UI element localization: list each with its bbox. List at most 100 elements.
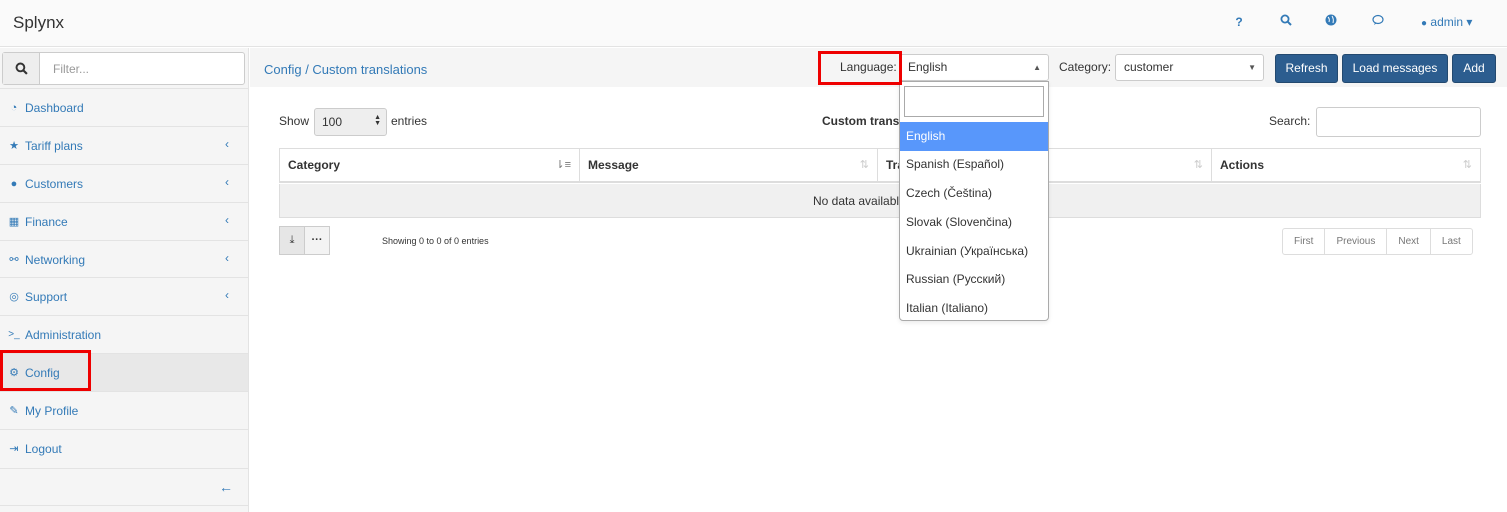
sidebar-item-config[interactable]: ⚙ Config xyxy=(0,353,248,391)
column-header-message[interactable]: Message ⇅ xyxy=(580,149,878,182)
page-length-value: 100 xyxy=(322,115,343,129)
brand-logo[interactable]: Splynx xyxy=(13,13,64,33)
category-select-value: customer xyxy=(1124,60,1174,74)
filter-input[interactable] xyxy=(41,53,244,84)
sidebar-item-label: Administration xyxy=(25,328,102,342)
category-select[interactable]: customer ▼ xyxy=(1115,54,1264,81)
sidebar-item-networking[interactable]: ⚯ Networking ‹ xyxy=(0,240,248,278)
user-icon: ● xyxy=(1421,18,1428,29)
dropdown-option[interactable]: Slovak (Slovenčina) xyxy=(900,208,1048,237)
sidebar-filter xyxy=(2,52,245,85)
user-name: admin ▾ xyxy=(1430,15,1473,29)
pagination: First Previous Next Last xyxy=(1282,228,1473,255)
terminal-icon: >_ xyxy=(8,329,20,340)
chevron-left-icon: ‹ xyxy=(225,288,229,302)
pager-last[interactable]: Last xyxy=(1431,229,1472,254)
user-menu[interactable]: ● admin ▾ xyxy=(1421,13,1472,33)
sidebar-item-support[interactable]: ◎ Support ‹ xyxy=(0,277,248,315)
sidebar-item-my-profile[interactable]: ✎ My Profile xyxy=(0,391,248,429)
sidebar-item-label: Networking xyxy=(25,253,86,267)
pager-previous[interactable]: Previous xyxy=(1325,229,1388,254)
dropdown-option[interactable]: English xyxy=(900,122,1048,151)
column-label: Message xyxy=(588,158,639,172)
sort-asc-icon: ⇂≡ xyxy=(555,159,571,171)
entries-label: entries xyxy=(391,114,428,128)
empty-message: No data availabl xyxy=(813,194,900,208)
sidebar-item-label: Customers xyxy=(25,177,84,191)
language-select-value: English xyxy=(908,60,948,74)
sidebar-item-administration[interactable]: >_ Administration xyxy=(0,315,248,353)
dropdown-option[interactable]: Italian (Italiano) xyxy=(900,294,1048,323)
search-icon xyxy=(15,62,28,75)
load-messages-button[interactable]: Load messages xyxy=(1342,54,1448,83)
dashboard-icon: ◔ xyxy=(10,102,18,114)
dropdown-option[interactable]: Czech (Čeština) xyxy=(900,179,1048,208)
star-icon: ★ xyxy=(9,140,19,152)
sidebar-item-finance[interactable]: ▦ Finance ‹ xyxy=(0,202,248,240)
sidebar-item-tariff-plans[interactable]: ★ Tariff plans ‹ xyxy=(0,126,248,164)
user-icon: ● xyxy=(10,178,18,190)
search-label: Search: xyxy=(1269,114,1311,128)
sort-icon: ⇅ xyxy=(1193,159,1203,171)
sidebar-item-label: Logout xyxy=(25,442,62,456)
sidebar-collapse[interactable]: ← xyxy=(0,468,248,506)
category-label: Category: xyxy=(1059,60,1112,74)
arrow-left-icon: ← xyxy=(219,479,233,495)
sidebar-item-customers[interactable]: ● Customers ‹ xyxy=(0,164,248,202)
sort-icon: ⇅ xyxy=(859,159,869,171)
pager-next[interactable]: Next xyxy=(1387,229,1431,254)
export-icon: ⤓ xyxy=(289,234,295,246)
refresh-button[interactable]: Refresh xyxy=(1275,54,1338,83)
sort-icon: ⇅ xyxy=(1462,159,1472,171)
column-header-category[interactable]: Category ⇂≡ xyxy=(280,149,580,182)
more-button[interactable]: ··· xyxy=(304,226,330,255)
table-info: Showing 0 to 0 of 0 entries xyxy=(382,236,489,246)
sidebar-item-label: Dashboard xyxy=(25,101,84,115)
lifebuoy-icon: ◎ xyxy=(9,291,19,303)
calculator-icon: ▦ xyxy=(8,216,20,228)
globe-icon[interactable] xyxy=(1322,13,1340,31)
language-select[interactable]: English ▲ xyxy=(899,54,1049,81)
caret-up-icon: ▲ xyxy=(1033,63,1041,72)
help-icon[interactable]: ? xyxy=(1230,13,1248,31)
show-label: Show xyxy=(279,114,310,128)
sidebar-item-logout[interactable]: ⇥ Logout xyxy=(0,429,248,467)
filter-search-button[interactable] xyxy=(3,53,40,84)
table-title: Custom trans xyxy=(822,114,900,128)
sidebar-item-label: My Profile xyxy=(25,404,79,418)
chevron-left-icon: ‹ xyxy=(225,251,229,265)
top-bar: Splynx ? ● admin ▾ xyxy=(0,0,1507,47)
dropdown-option[interactable]: Ukrainian (Українська) xyxy=(900,237,1048,266)
search-icon[interactable] xyxy=(1277,13,1295,31)
sidebar-item-label: Config xyxy=(25,366,60,380)
sidebar: ◔ Dashboard ★ Tariff plans ‹ ● Customers… xyxy=(0,48,249,512)
caret-down-icon: ▼ xyxy=(1248,63,1256,72)
language-dropdown: English Spanish (Español) Czech (Čeština… xyxy=(899,81,1049,321)
sidebar-item-dashboard[interactable]: ◔ Dashboard xyxy=(0,88,248,126)
dropdown-option[interactable]: Russian (Русский) xyxy=(900,265,1048,294)
sidebar-item-label: Finance xyxy=(25,215,68,229)
page-length-select[interactable]: 100 ▲ ▼ xyxy=(314,108,387,136)
updown-icon: ▲ ▼ xyxy=(374,114,381,127)
column-label: Actions xyxy=(1220,158,1265,172)
cogs-icon: ⚙ xyxy=(9,367,19,379)
export-button[interactable]: ⤓ xyxy=(279,226,305,255)
table-header: Category ⇂≡ Message ⇅ Tra ⇅ Actions ⇅ xyxy=(279,148,1481,183)
column-label: Category xyxy=(288,158,341,172)
column-header-actions[interactable]: Actions ⇅ xyxy=(1212,149,1480,182)
sidebar-item-label: Support xyxy=(25,290,68,304)
add-button[interactable]: Add xyxy=(1452,54,1496,83)
dropdown-search-input[interactable] xyxy=(904,86,1044,117)
chat-icon[interactable] xyxy=(1369,13,1387,31)
breadcrumb[interactable]: Config / Custom translations xyxy=(264,62,427,77)
pencil-icon: ✎ xyxy=(9,405,19,417)
pager-first[interactable]: First xyxy=(1283,229,1326,254)
sidebar-item-label: Tariff plans xyxy=(25,139,83,153)
dropdown-option[interactable]: Spanish (Español) xyxy=(900,150,1048,179)
table-search-input[interactable] xyxy=(1316,107,1481,137)
table-empty-row: No data availabl xyxy=(279,184,1481,218)
sign-out-icon: ⇥ xyxy=(9,443,19,455)
language-label: Language: xyxy=(840,60,897,74)
chevron-left-icon: ‹ xyxy=(225,175,229,189)
ellipsis-icon: ··· xyxy=(311,234,323,246)
